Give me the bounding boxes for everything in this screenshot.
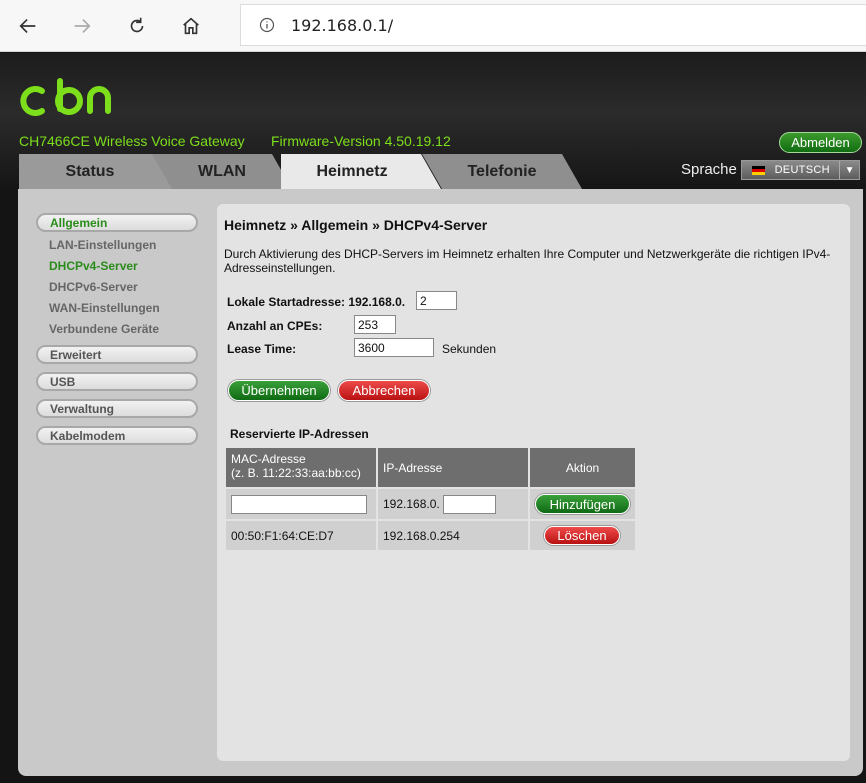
sidebar-section-allgemein[interactable]: Allgemein bbox=[36, 213, 198, 232]
sidebar-section-kabelmodem[interactable]: Kabelmodem bbox=[36, 426, 198, 445]
url-text: 192.168.0.1/ bbox=[291, 16, 394, 35]
sidebar-item-wan-einstellungen[interactable]: WAN-Einstellungen bbox=[49, 297, 198, 318]
back-button[interactable] bbox=[10, 8, 46, 44]
breadcrumb: Heimnetz » Allgemein » DHCPv4-Server bbox=[224, 217, 488, 233]
cbn-logo bbox=[20, 78, 111, 116]
tab-heimnetz[interactable]: Heimnetz bbox=[281, 154, 441, 189]
start-address-label: Lokale Startadresse: 192.168.0. bbox=[227, 295, 406, 309]
delete-button[interactable]: Löschen bbox=[544, 526, 620, 545]
language-label: Sprache bbox=[681, 161, 737, 178]
model-name: CH7466CE Wireless Voice Gateway bbox=[19, 133, 245, 149]
new-mac-input[interactable] bbox=[231, 494, 367, 514]
column-mac-hint: (z. B. 11:22:33:aa:bb:cc) bbox=[231, 466, 361, 480]
column-mac-label: MAC-Adresse bbox=[231, 452, 306, 466]
sidebar: Allgemein LAN-Einstellungen DHCPv4-Serve… bbox=[36, 213, 198, 453]
sidebar-item-dhcpv4-server[interactable]: DHCPv4-Server bbox=[49, 255, 198, 276]
reload-icon bbox=[130, 17, 144, 33]
start-address-input[interactable] bbox=[416, 291, 457, 310]
router-page: CH7466CE Wireless Voice Gateway Firmware… bbox=[0, 53, 866, 783]
forward-button[interactable] bbox=[64, 8, 100, 44]
home-icon bbox=[183, 17, 199, 35]
sidebar-section-verwaltung[interactable]: Verwaltung bbox=[36, 399, 198, 418]
tab-label: WLAN bbox=[198, 162, 246, 180]
sidebar-item-lan-einstellungen[interactable]: LAN-Einstellungen bbox=[49, 234, 198, 255]
info-icon bbox=[259, 17, 275, 33]
new-row-ip-cell: 192.168.0. bbox=[378, 489, 528, 519]
cpe-count-input[interactable] bbox=[354, 315, 396, 334]
firmware-version: Firmware-Version 4.50.19.12 bbox=[271, 133, 451, 149]
arrow-right-icon bbox=[74, 18, 91, 34]
add-button[interactable]: Hinzufügen bbox=[535, 494, 630, 514]
reserved-ip-title: Reservierte IP-Adressen bbox=[230, 427, 369, 441]
new-row-mac-cell bbox=[226, 489, 376, 519]
cancel-button[interactable]: Abbrechen bbox=[338, 380, 430, 401]
page-description: Durch Aktivierung des DHCP-Servers im He… bbox=[224, 247, 831, 275]
tab-label: Status bbox=[65, 162, 115, 180]
logout-button[interactable]: Abmelden bbox=[779, 132, 862, 153]
sidebar-item-verbundene-geraete[interactable]: Verbundene Geräte bbox=[49, 318, 198, 339]
apply-button[interactable]: Übernehmen bbox=[228, 380, 330, 401]
reload-button[interactable] bbox=[119, 8, 155, 44]
language-select[interactable]: DEUTSCH ▼ bbox=[741, 160, 860, 180]
tab-telefonie[interactable]: Telefonie bbox=[422, 154, 582, 189]
browser-toolbar: 192.168.0.1/ bbox=[0, 0, 866, 52]
lease-time-label: Lease Time: bbox=[227, 342, 297, 356]
home-button[interactable] bbox=[173, 8, 209, 44]
column-header-action: Aktion bbox=[530, 448, 635, 487]
tab-label: Telefonie bbox=[467, 162, 537, 180]
main-panel: Allgemein LAN-Einstellungen DHCPv4-Serve… bbox=[18, 189, 863, 776]
lease-time-unit: Sekunden bbox=[442, 342, 497, 356]
sidebar-item-dhcpv6-server[interactable]: DHCPv6-Server bbox=[49, 276, 198, 297]
sidebar-section-usb[interactable]: USB bbox=[36, 372, 198, 391]
arrow-left-icon bbox=[19, 18, 36, 34]
table-row-mac: 00:50:F1:64:CE:D7 bbox=[226, 521, 376, 550]
ip-prefix: 192.168.0. bbox=[383, 497, 440, 511]
new-row-action-cell: Hinzufügen bbox=[530, 489, 635, 519]
sidebar-section-erweitert[interactable]: Erweitert bbox=[36, 345, 198, 364]
tab-label: Heimnetz bbox=[316, 162, 388, 180]
table-row-action-cell: Löschen bbox=[530, 521, 635, 550]
column-header-ip: IP-Adresse bbox=[378, 448, 528, 487]
address-bar[interactable]: 192.168.0.1/ bbox=[240, 4, 866, 46]
dropdown-arrow-icon: ▼ bbox=[839, 161, 859, 179]
language-value: DEUTSCH bbox=[774, 164, 830, 176]
content-area: Heimnetz » Allgemein » DHCPv4-Server Dur… bbox=[217, 204, 850, 761]
column-header-mac: MAC-Adresse (z. B. 11:22:33:aa:bb:cc) bbox=[226, 448, 376, 487]
tab-wlan[interactable]: WLAN bbox=[152, 154, 292, 189]
table-row-ip: 192.168.0.254 bbox=[378, 521, 528, 550]
german-flag-icon bbox=[752, 165, 765, 175]
new-ip-input[interactable] bbox=[442, 494, 496, 514]
cpe-count-label: Anzahl an CPEs: bbox=[227, 319, 323, 333]
lease-time-input[interactable] bbox=[354, 338, 434, 357]
